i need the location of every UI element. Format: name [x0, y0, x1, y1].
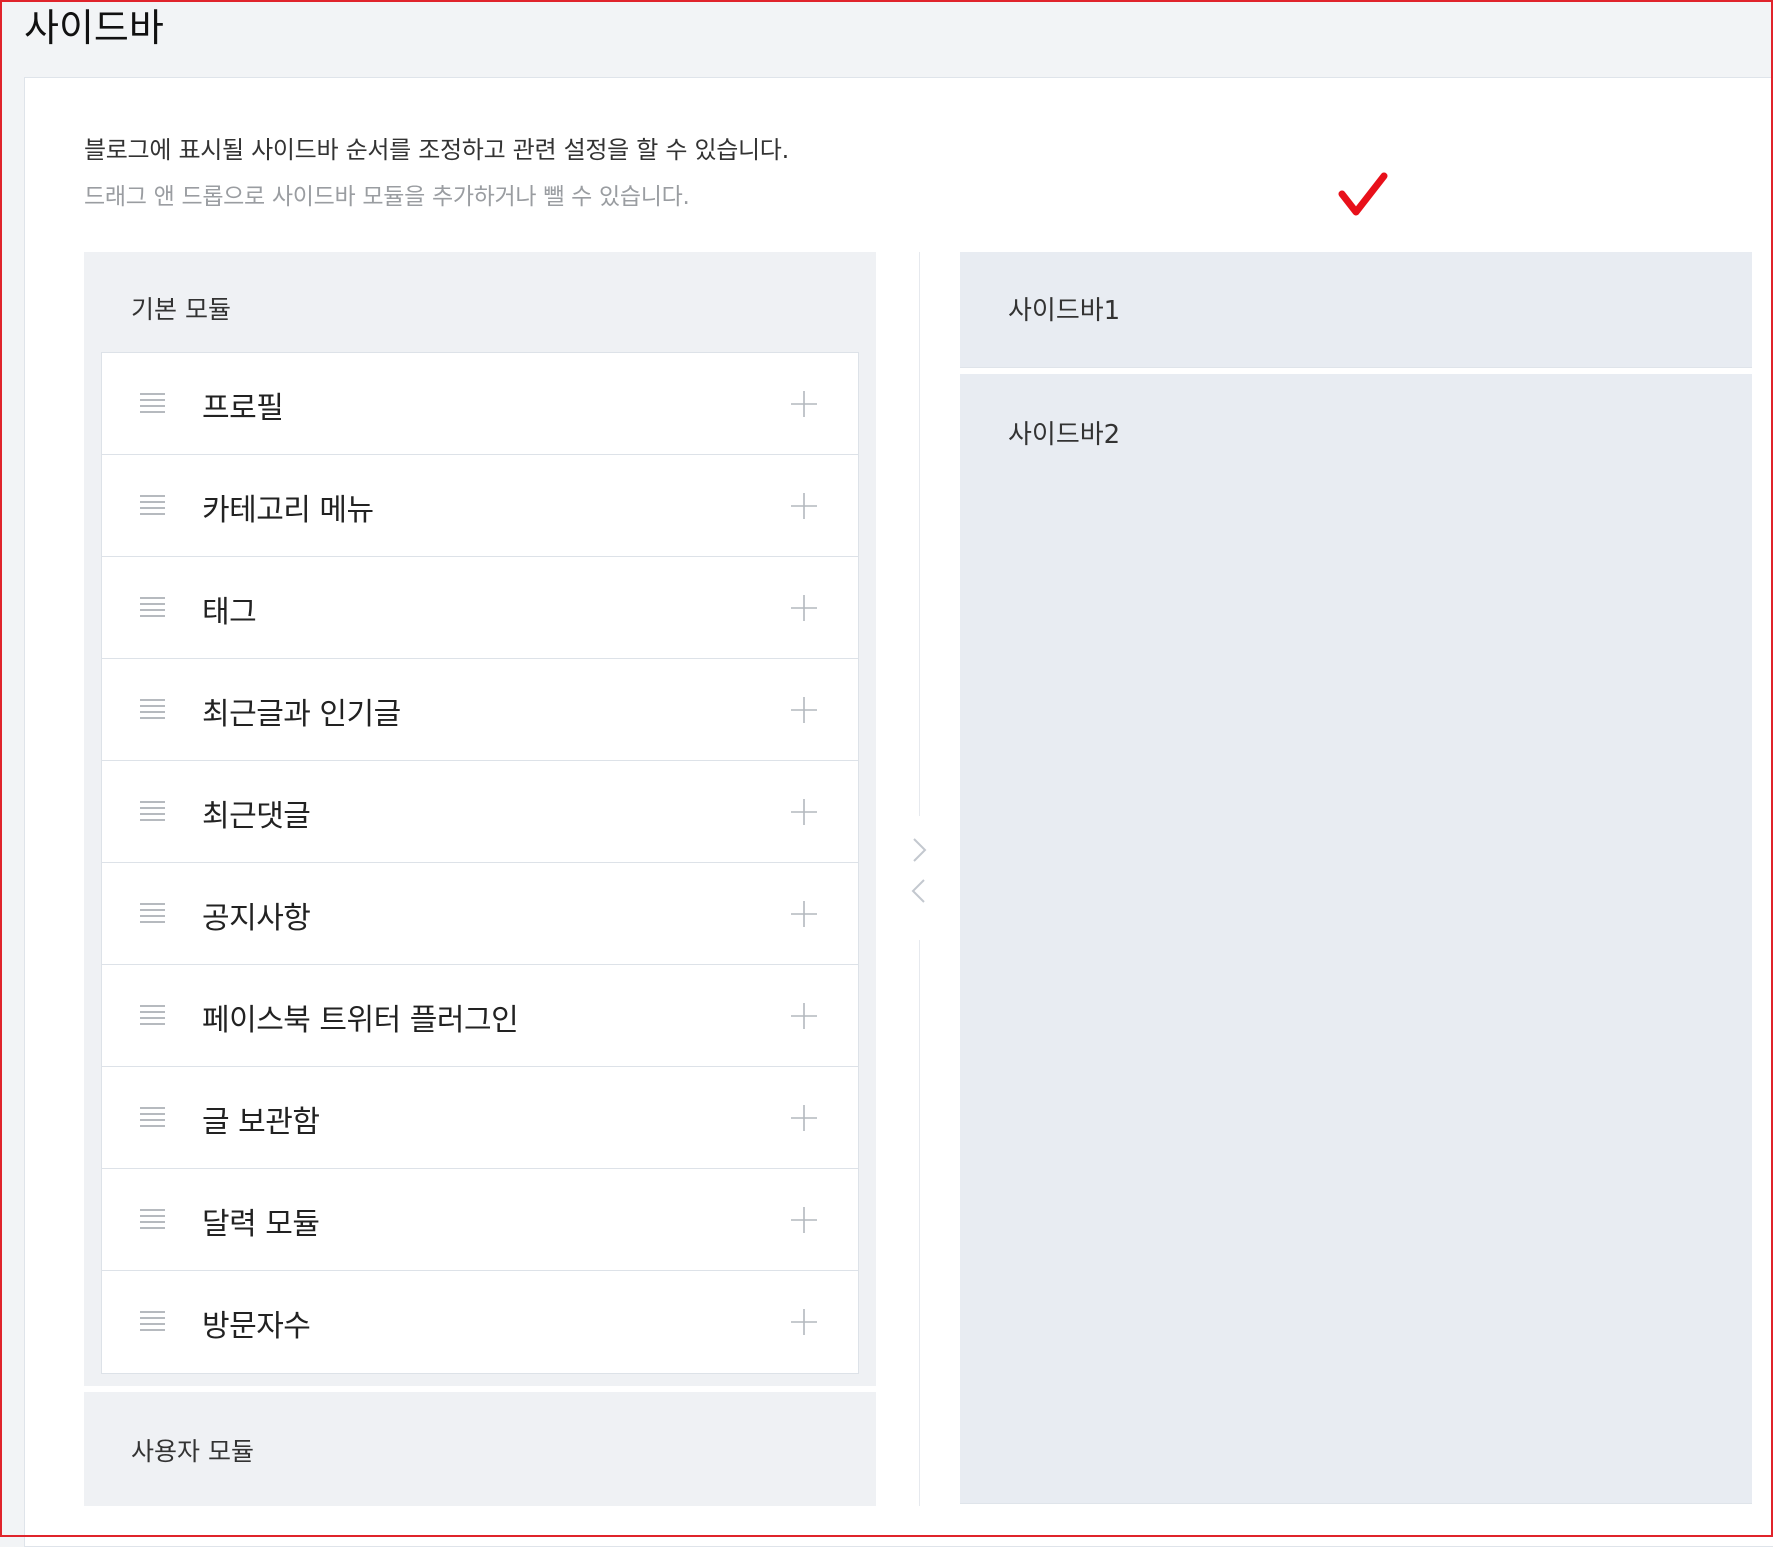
plus-icon[interactable] — [790, 798, 818, 826]
sidebar-1-title: 사이드바1 — [1008, 296, 1121, 326]
chevron-left-icon[interactable] — [906, 874, 932, 908]
plus-icon[interactable] — [790, 696, 818, 724]
column-divider — [919, 940, 920, 1506]
drag-handle-icon[interactable] — [140, 596, 165, 618]
column-divider — [919, 252, 920, 816]
drag-handle-icon[interactable] — [140, 902, 165, 924]
basic-modules-title: 기본 모듈 — [131, 295, 231, 324]
plus-icon[interactable] — [790, 1308, 818, 1336]
module-item[interactable]: 페이스북 트위터 플러그인 — [102, 965, 858, 1067]
page-hint: 드래그 앤 드롭으로 사이드바 모듈을 추가하거나 뺄 수 있습니다. — [84, 184, 690, 210]
module-label: 최근댓글 — [202, 799, 311, 834]
user-modules-title: 사용자 모듈 — [131, 1437, 254, 1466]
drag-handle-icon[interactable] — [140, 1310, 165, 1332]
drag-handle-icon[interactable] — [140, 800, 165, 822]
plus-icon[interactable] — [790, 492, 818, 520]
module-item[interactable]: 방문자수 — [102, 1271, 858, 1373]
plus-icon[interactable] — [790, 1002, 818, 1030]
page-title: 사이드바 — [24, 6, 164, 50]
module-item[interactable]: 태그 — [102, 557, 858, 659]
plus-icon[interactable] — [790, 390, 818, 418]
module-label: 최근글과 인기글 — [202, 697, 401, 732]
sidebar-1-dropzone[interactable]: 사이드바1 — [960, 252, 1752, 368]
module-label: 글 보관함 — [202, 1105, 320, 1140]
plus-icon[interactable] — [790, 1206, 818, 1234]
checkmark-icon — [1338, 172, 1388, 216]
module-label: 공지사항 — [202, 901, 311, 936]
drag-handle-icon[interactable] — [140, 1106, 165, 1128]
plus-icon[interactable] — [790, 594, 818, 622]
drag-handle-icon[interactable] — [140, 1004, 165, 1026]
drag-handle-icon[interactable] — [140, 698, 165, 720]
user-modules-group[interactable]: 사용자 모듈 — [84, 1392, 876, 1506]
module-label: 방문자수 — [202, 1309, 311, 1344]
module-item[interactable]: 달력 모듈 — [102, 1169, 858, 1271]
drag-handle-icon[interactable] — [140, 392, 165, 414]
drag-handle-icon[interactable] — [140, 494, 165, 516]
module-label: 프로필 — [202, 391, 284, 426]
drag-handle-icon[interactable] — [140, 1208, 165, 1230]
page-description: 블로그에 표시될 사이드바 순서를 조정하고 관련 설정을 할 수 있습니다. — [84, 136, 789, 164]
sidebar-2-dropzone[interactable]: 사이드바2 — [960, 374, 1752, 1504]
plus-icon[interactable] — [790, 1104, 818, 1132]
module-item[interactable]: 프로필 — [102, 353, 858, 455]
module-item[interactable]: 공지사항 — [102, 863, 858, 965]
module-library: 기본 모듈 프로필카테고리 메뉴태그최근글과 인기글최근댓글공지사항페이스북 트… — [84, 252, 876, 1506]
basic-modules-group: 기본 모듈 프로필카테고리 메뉴태그최근글과 인기글최근댓글공지사항페이스북 트… — [84, 252, 876, 1386]
module-item[interactable]: 최근글과 인기글 — [102, 659, 858, 761]
module-item[interactable]: 글 보관함 — [102, 1067, 858, 1169]
plus-icon[interactable] — [790, 900, 818, 928]
module-item[interactable]: 최근댓글 — [102, 761, 858, 863]
module-item[interactable]: 카테고리 메뉴 — [102, 455, 858, 557]
module-label: 카테고리 메뉴 — [202, 493, 374, 528]
module-label: 달력 모듈 — [202, 1207, 320, 1242]
module-label: 태그 — [202, 595, 257, 630]
module-label: 페이스북 트위터 플러그인 — [202, 1003, 519, 1038]
sidebar-columns: 사이드바1 사이드바2 — [960, 252, 1752, 1504]
sidebar-2-title: 사이드바2 — [1008, 420, 1121, 450]
module-list: 프로필카테고리 메뉴태그최근글과 인기글최근댓글공지사항페이스북 트위터 플러그… — [101, 352, 859, 1374]
chevron-right-icon[interactable] — [906, 833, 932, 867]
